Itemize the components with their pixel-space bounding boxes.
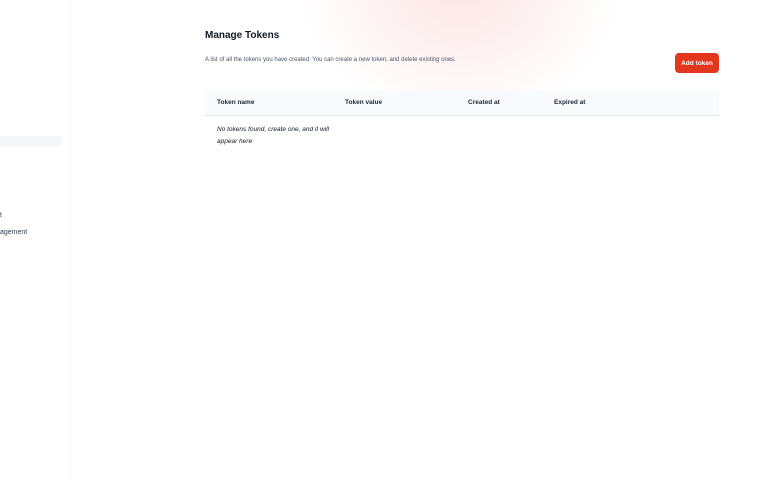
sidebar-item-management[interactable]: agement (0, 229, 27, 236)
sidebar-item-truncated-1[interactable]: t (0, 212, 2, 219)
sidebar-item-label: agement (0, 229, 28, 236)
table-header: Token name Token value Created at Expire… (205, 90, 719, 116)
column-header-expired-at: Expired at (554, 99, 586, 106)
page-description: A list of all the tokens you have create… (205, 57, 456, 63)
tokens-table: Token name Token value Created at Expire… (205, 90, 719, 145)
sidebar-item-label: t (0, 212, 2, 219)
empty-state-message: No tokens found, create one, and it will… (217, 126, 330, 145)
add-token-button[interactable]: Add token (675, 53, 719, 73)
page-title: Manage Tokens (205, 30, 280, 41)
column-header-token-name: Token name (217, 99, 255, 106)
column-header-token-value: Token value (345, 99, 383, 106)
column-header-created-at: Created at (468, 99, 500, 106)
sidebar-active-highlight[interactable] (0, 136, 62, 147)
sidebar: t agement (0, 0, 71, 480)
